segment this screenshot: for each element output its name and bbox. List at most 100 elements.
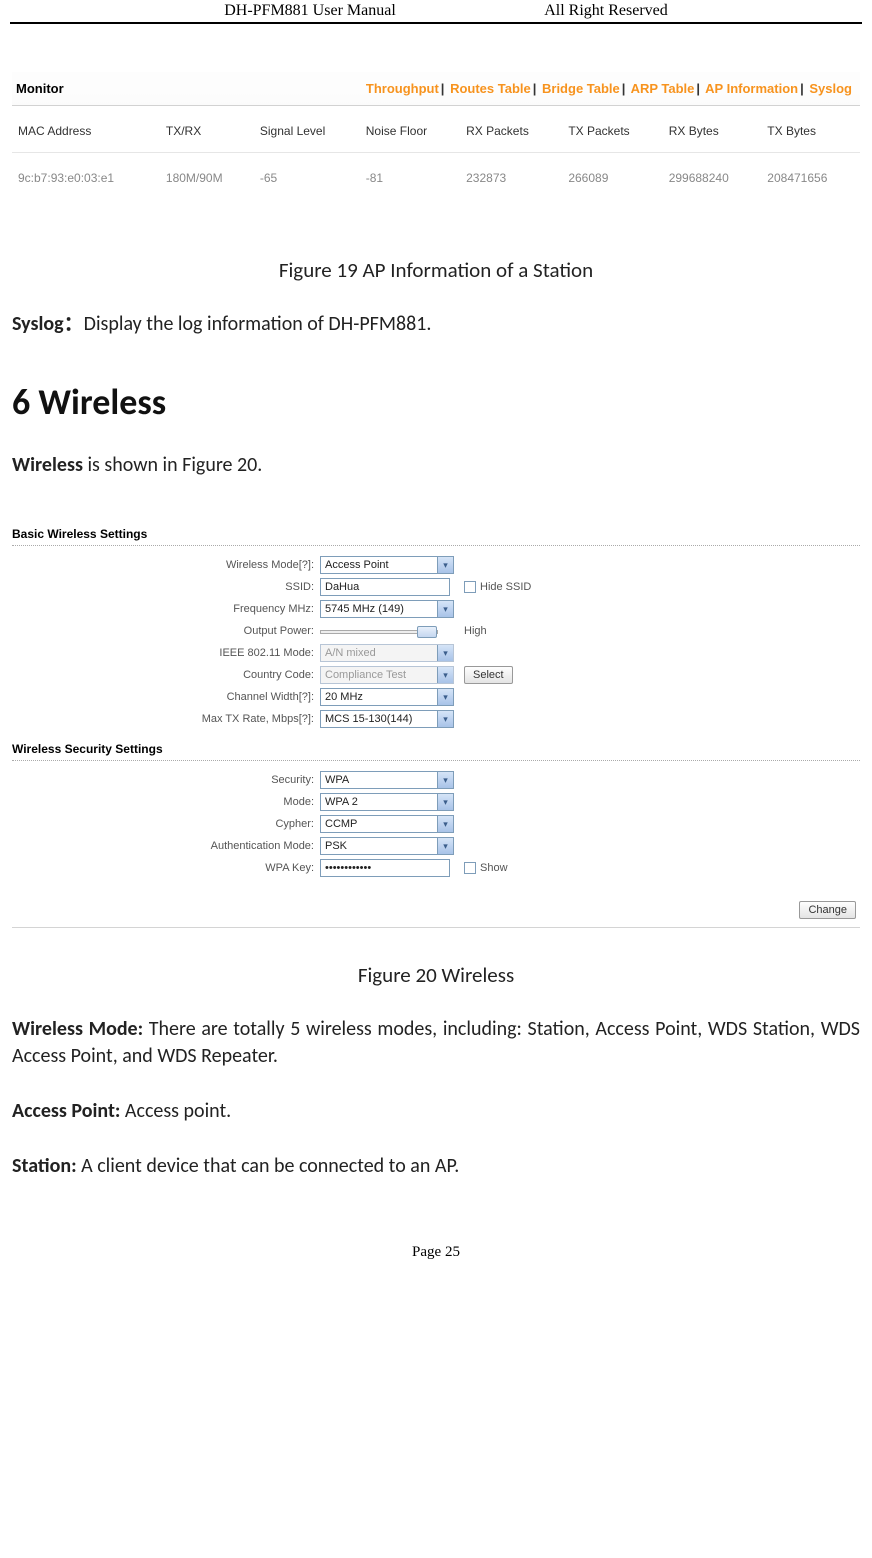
figure-19: Monitor Throughput| Routes Table| Bridge… [12, 72, 860, 199]
chevron-down-icon: ▾ [437, 816, 453, 832]
tab-bridge[interactable]: Bridge Table [542, 81, 620, 96]
tab-throughput[interactable]: Throughput [366, 81, 439, 96]
section-6-heading: 6 Wireless [12, 380, 860, 424]
label-country-code: Country Code: [12, 669, 320, 681]
input-ssid[interactable]: DaHua [320, 578, 450, 596]
row-ssid: SSID: DaHua Hide SSID [12, 576, 860, 598]
button-change[interactable]: Change [799, 901, 856, 919]
row-wpa-key: WPA Key: •••••••••••• Show [12, 857, 860, 879]
page-footer: Page 25 [10, 1244, 862, 1269]
wireless-mode-label: Wireless Mode: [12, 1017, 143, 1041]
checkbox-show-key[interactable] [464, 862, 476, 874]
label-power-high: High [464, 625, 487, 637]
label-ssid: SSID: [12, 581, 320, 593]
input-wpa-key[interactable]: •••••••••••• [320, 859, 450, 877]
col-txrx: TX/RX [160, 106, 254, 153]
label-ieee-mode: IEEE 802.11 Mode: [12, 647, 320, 659]
access-point-text: Access point. [120, 1099, 231, 1123]
select-security[interactable]: WPA▾ [320, 771, 454, 789]
cell-txrx: 180M/90M [160, 153, 254, 200]
label-security: Security: [12, 774, 320, 786]
select-mode[interactable]: WPA 2▾ [320, 793, 454, 811]
row-mode: Mode: WPA 2▾ [12, 791, 860, 813]
chevron-down-icon: ▾ [437, 557, 453, 573]
cell-mac: 9c:b7:93:e0:03:e1 [12, 153, 160, 200]
header-right: All Right Reserved [544, 2, 668, 20]
wireless-intro: Wireless is shown in Figure 20. [12, 452, 860, 479]
col-noise: Noise Floor [360, 106, 460, 153]
col-rxbytes: RX Bytes [663, 106, 762, 153]
col-txbytes: TX Bytes [761, 106, 860, 153]
label-wireless-mode: Wireless Mode[?]: [12, 559, 320, 571]
monitor-tabs: Throughput| Routes Table| Bridge Table| … [70, 81, 860, 96]
select-auth-mode[interactable]: PSK▾ [320, 837, 454, 855]
row-max-tx-rate: Max TX Rate, Mbps[?]: MCS 15-130(144)▾ [12, 708, 860, 730]
chevron-down-icon: ▾ [437, 645, 453, 661]
select-country-code: Compliance Test▾ [320, 666, 454, 684]
figure-20: Basic Wireless Settings Wireless Mode[?]… [12, 525, 860, 928]
tab-syslog[interactable]: Syslog [809, 81, 852, 96]
basic-wireless-title: Basic Wireless Settings [12, 525, 860, 543]
select-wireless-mode[interactable]: Access Point▾ [320, 556, 454, 574]
chevron-down-icon: ▾ [437, 601, 453, 617]
label-channel-width: Channel Width[?]: [12, 691, 320, 703]
cell-txpkts: 266089 [562, 153, 662, 200]
row-security: Security: WPA▾ [12, 769, 860, 791]
header-left: DH-PFM881 User Manual [224, 2, 396, 20]
chevron-down-icon: ▾ [437, 838, 453, 854]
station-label: Station: [12, 1154, 77, 1178]
label-auth-mode: Authentication Mode: [12, 840, 320, 852]
chevron-down-icon: ▾ [437, 711, 453, 727]
col-mac: MAC Address [12, 106, 160, 153]
tab-arp[interactable]: ARP Table [631, 81, 695, 96]
slider-output-power[interactable] [320, 630, 438, 634]
figure-20-caption: Figure 20 Wireless [12, 962, 860, 988]
tab-routes[interactable]: Routes Table [450, 81, 531, 96]
button-select-country[interactable]: Select [464, 666, 513, 684]
row-cypher: Cypher: CCMP▾ [12, 813, 860, 835]
row-channel-width: Channel Width[?]: 20 MHz▾ [12, 686, 860, 708]
chevron-down-icon: ▾ [437, 794, 453, 810]
figure-19-caption: Figure 19 AP Information of a Station [12, 257, 860, 283]
chevron-down-icon: ▾ [437, 667, 453, 683]
slider-thumb[interactable] [417, 626, 437, 638]
cell-noise: -81 [360, 153, 460, 200]
checkbox-hide-ssid[interactable] [464, 581, 476, 593]
cell-rxbytes: 299688240 [663, 153, 762, 200]
cell-txbytes: 208471656 [761, 153, 860, 200]
label-mode: Mode: [12, 796, 320, 808]
divider [12, 760, 860, 761]
tab-apinfo[interactable]: AP Information [705, 81, 798, 96]
syslog-label: Syslog： [12, 312, 84, 336]
divider [12, 545, 860, 546]
chevron-down-icon: ▾ [437, 689, 453, 705]
header-rule [10, 22, 862, 24]
wireless-mode-paragraph: Wireless Mode: There are totally 5 wirel… [12, 1016, 860, 1070]
row-output-power: Output Power: High [12, 620, 860, 642]
cell-rxpkts: 232873 [460, 153, 562, 200]
label-max-tx-rate: Max TX Rate, Mbps[?]: [12, 713, 320, 725]
select-ieee-mode: A/N mixed▾ [320, 644, 454, 662]
label-output-power: Output Power: [12, 625, 320, 637]
select-cypher[interactable]: CCMP▾ [320, 815, 454, 833]
wireless-intro-rest: is shown in Figure 20. [83, 453, 262, 477]
col-rxpkts: RX Packets [460, 106, 562, 153]
wireless-security-title: Wireless Security Settings [12, 740, 860, 758]
select-channel-width[interactable]: 20 MHz▾ [320, 688, 454, 706]
access-point-label: Access Point: [12, 1099, 120, 1123]
station-paragraph: Station: A client device that can be con… [12, 1153, 860, 1180]
syslog-paragraph: Syslog：Display the log information of DH… [12, 311, 860, 338]
monitor-header-bar: Monitor Throughput| Routes Table| Bridge… [12, 72, 860, 106]
row-wireless-mode: Wireless Mode[?]: Access Point▾ [12, 554, 860, 576]
table-row: 9c:b7:93:e0:03:e1 180M/90M -65 -81 23287… [12, 153, 860, 200]
table-header-row: MAC Address TX/RX Signal Level Noise Flo… [12, 106, 860, 153]
label-cypher: Cypher: [12, 818, 320, 830]
row-frequency: Frequency MHz: 5745 MHz (149)▾ [12, 598, 860, 620]
select-frequency[interactable]: 5745 MHz (149)▾ [320, 600, 454, 618]
label-frequency: Frequency MHz: [12, 603, 320, 615]
cell-signal: -65 [254, 153, 360, 200]
select-max-tx-rate[interactable]: MCS 15-130(144)▾ [320, 710, 454, 728]
station-text: A client device that can be connected to… [77, 1154, 460, 1178]
col-signal: Signal Level [254, 106, 360, 153]
access-point-paragraph: Access Point: Access point. [12, 1098, 860, 1125]
